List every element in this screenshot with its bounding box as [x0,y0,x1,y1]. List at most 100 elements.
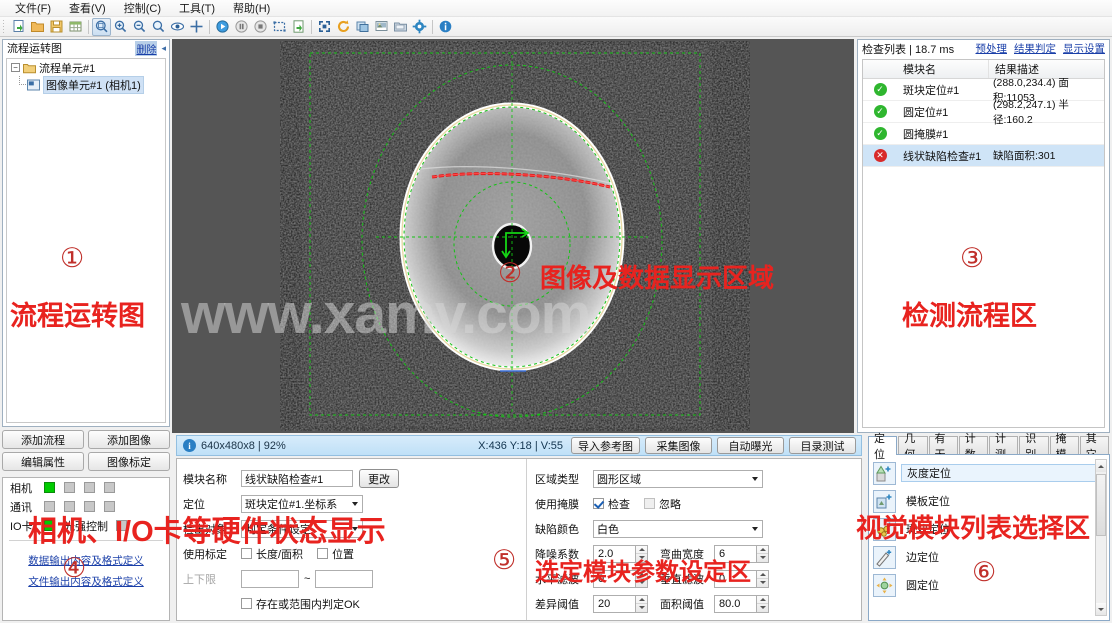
flow-tree[interactable]: − 流程单元#1 图像单元#1 (相机1) [6,58,166,423]
column-header-status [863,60,897,78]
stepper-buttons[interactable] [635,544,648,563]
limit-lower-input[interactable] [241,569,299,588]
tab-recognize[interactable]: 识别 [1019,433,1049,461]
detect-object-combo[interactable]: 判定条件设定 [241,519,363,538]
edge-locate-icon [873,545,896,569]
save-icon[interactable] [47,18,66,36]
capture-image-button[interactable]: 采集图像 [645,437,712,454]
module-item-blob-locate[interactable]: 斑块定位 [873,515,1106,543]
delete-link[interactable]: 删除 [135,40,158,56]
run-icon[interactable] [213,18,232,36]
module-list-scrollbar[interactable] [1095,459,1107,616]
zoom-actual-icon[interactable] [149,18,168,36]
stop-icon[interactable] [251,18,270,36]
defect-color-combo[interactable]: 白色 [593,519,763,538]
horizontal-filter-stepper[interactable]: 0 [593,569,648,588]
stepper-buttons[interactable] [756,569,769,588]
open-folder-icon[interactable] [28,18,47,36]
directory-test-button[interactable]: 目录测试 [789,437,856,454]
noise-coefficient-stepper[interactable]: 2.0 [593,544,648,563]
limit-upper-input[interactable] [315,569,374,588]
menu-control[interactable]: 控制(C) [115,0,170,18]
module-item-template-locate[interactable]: 模板定位 [873,487,1106,515]
menu-help[interactable]: 帮助(H) [224,0,279,18]
scroll-up-icon[interactable] [1096,460,1106,472]
menu-tools[interactable]: 工具(T) [170,0,224,18]
new-document-icon[interactable] [9,18,28,36]
image-calibration-button[interactable]: 图像标定 [88,452,170,471]
module-item-label: 斑块定位 [906,524,950,536]
vertical-filter-stepper[interactable]: 0 [714,569,769,588]
zoom-out-icon[interactable] [130,18,149,36]
crosshair-icon[interactable] [187,18,206,36]
module-name-input[interactable]: 线状缺陷检查#1 [241,470,353,487]
add-image-button[interactable]: 添加图像 [88,430,170,449]
image-stack-icon[interactable] [372,18,391,36]
scrollbar-thumb[interactable] [1096,474,1106,536]
add-flow-button[interactable]: 添加流程 [2,430,84,449]
settings-gear-icon[interactable] [410,18,429,36]
row-result-text: (298.2,247.1) 半径:160.2 [993,98,1069,126]
calib-length-area-checkbox[interactable]: 长度/面积 [241,546,303,562]
detect-object-label: 检出对象 [183,523,227,536]
tab-other[interactable]: 其它 [1079,433,1109,461]
exists-in-range-ok-checkbox[interactable]: 存在或范围内判定OK [241,596,360,612]
result-judge-link[interactable]: 结果判定 [1014,41,1056,56]
refresh-icon[interactable] [334,18,353,36]
import-reference-button[interactable]: 导入参考图 [571,437,640,454]
eye-icon[interactable] [168,18,187,36]
fullscreen-icon[interactable] [315,18,334,36]
stepper-buttons[interactable] [756,544,769,563]
tree-node-flow-unit[interactable]: − 流程单元#1 [7,59,165,76]
grid-icon[interactable] [66,18,85,36]
stepper-buttons[interactable] [635,569,648,588]
scroll-down-icon[interactable] [1096,603,1106,615]
tab-presence[interactable]: 有无 [928,433,958,461]
menu-file[interactable]: 文件(F) [6,0,60,18]
zoom-in-icon[interactable] [111,18,130,36]
tab-mask[interactable]: 掩模 [1049,433,1079,461]
preprocess-link[interactable]: 预处理 [976,41,1008,56]
file-output-format-link[interactable]: 文件输出内容及格式定义 [3,574,169,589]
zoom-fit-icon[interactable] [92,17,111,36]
mask-check-checkbox[interactable]: 检查 [593,496,630,512]
stepper-buttons[interactable] [756,594,769,613]
inspection-image[interactable] [280,41,750,431]
tab-count[interactable]: 计数 [958,433,988,461]
module-list[interactable]: 灰度定位 模板定位 斑块定位 边定位 圆定位 [868,454,1110,621]
locate-combo[interactable]: 斑块定位#1.坐标系 [241,494,363,513]
inspection-table[interactable]: 模块名 结果描述 ✓ 斑块定位#1 (288.0,234.4) 面积:11053… [862,59,1105,428]
table-row[interactable]: ✓ 圆定位#1 (298.2,247.1) 半径:160.2 [863,99,1104,126]
auto-exposure-button[interactable]: 自动曝光 [717,437,784,454]
stepper-buttons[interactable] [635,594,648,613]
table-row[interactable]: ✕ 线状缺陷检查#1 缺陷面积:301 [863,145,1104,167]
save-as-icon[interactable] [391,18,410,36]
tree-expander-icon[interactable]: − [11,63,20,72]
region-icon[interactable] [270,18,289,36]
change-button[interactable]: 更改 [359,469,399,488]
tab-measure[interactable]: 计测 [989,433,1019,461]
region-type-combo[interactable]: 圆形区域 [593,469,763,488]
difference-threshold-stepper[interactable]: 20 [593,594,648,613]
info-icon[interactable] [436,18,455,36]
module-item-gray-locate[interactable]: 灰度定位 [873,459,1106,487]
display-settings-link[interactable]: 显示设置 [1063,41,1105,56]
area-threshold-stepper[interactable]: 80.0 [714,594,769,613]
toolbar-grip[interactable] [2,19,7,34]
calib-position-checkbox[interactable]: 位置 [317,546,354,562]
collapse-left-icon[interactable]: ◂ [161,43,166,54]
export-icon[interactable] [289,18,308,36]
tree-node-image-unit[interactable]: 图像单元#1 (相机1) [7,75,165,94]
data-output-format-link[interactable]: 数据输出内容及格式定义 [3,553,169,568]
bend-width-stepper[interactable]: 6 [714,544,769,563]
copy-image-icon[interactable] [353,18,372,36]
mask-ignore-checkbox[interactable]: 忽略 [644,496,681,512]
module-item-edge-locate[interactable]: 边定位 [873,543,1106,571]
menu-view[interactable]: 查看(V) [60,0,115,18]
pause-icon[interactable] [232,18,251,36]
edit-property-button[interactable]: 编辑属性 [2,452,84,471]
tab-geometry[interactable]: 几何 [898,433,928,461]
image-display-area[interactable] [172,39,854,433]
module-item-circle-locate[interactable]: 圆定位 [873,571,1106,599]
tab-locate[interactable]: 定位 [868,433,898,461]
